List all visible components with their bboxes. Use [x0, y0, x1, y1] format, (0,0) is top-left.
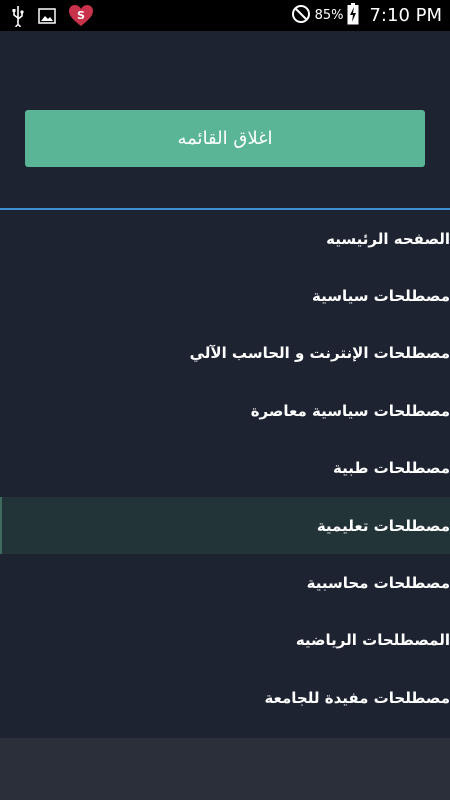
menu-item-label: مصطلحات تعليمية [316, 516, 450, 535]
menu-item-educational-terms[interactable]: مصطلحات تعليمية [0, 496, 450, 555]
notification-icons: S [10, 4, 94, 32]
close-menu-button[interactable]: اغلاق القائمه [25, 110, 425, 167]
menu-item-internet-computer-terms[interactable]: مصطلحات الإنترنت و الحاسب الآلي [0, 325, 450, 382]
system-status: 85% 7:10 PM [291, 0, 442, 31]
menu-item-university-terms[interactable]: مصطلحات مفيدة للجامعة [0, 669, 450, 726]
menu-item-label: مصطلحات طبية [332, 459, 450, 478]
menu-list: الصفحه الرئيسيه مصطلحات سياسية مصطلحات ا… [0, 210, 450, 727]
do-not-disturb-icon [291, 4, 311, 28]
menu-item-label: الصفحه الرئيسيه [326, 229, 450, 248]
menu-item-medical-terms[interactable]: مصطلحات طبية [0, 440, 450, 497]
heart-app-icon: S [68, 4, 94, 32]
menu-item-label: مصطلحات الإنترنت و الحاسب الآلي [189, 344, 450, 363]
battery-charging-icon [347, 2, 359, 29]
menu-item-accounting-terms[interactable]: مصطلحات محاسبية [0, 554, 450, 611]
menu-item-label: مصطلحات سياسية [311, 287, 450, 306]
menu-item-sports-terms[interactable]: المصطلحات الرياضيه [0, 612, 450, 669]
menu-item-home[interactable]: الصفحه الرئيسيه [0, 210, 450, 267]
status-bar: S 85% 7:10 PM [0, 0, 450, 31]
image-icon [38, 8, 56, 28]
menu-item-contemporary-political-terms[interactable]: مصطلحات سياسية معاصرة [0, 382, 450, 439]
menu-item-label: المصطلحات الرياضيه [295, 631, 450, 650]
menu-item-political-terms[interactable]: مصطلحات سياسية [0, 267, 450, 324]
clock: 7:10 PM [369, 5, 442, 26]
usb-icon [10, 5, 26, 31]
svg-text:S: S [77, 9, 85, 22]
menu-item-label: مصطلحات مفيدة للجامعة [264, 688, 450, 707]
menu-item-label: مصطلحات محاسبية [306, 574, 450, 593]
menu-item-label: مصطلحات سياسية معاصرة [250, 401, 450, 420]
navigation-drawer: اغلاق القائمه الصفحه الرئيسيه مصطلحات سي… [0, 31, 450, 738]
battery-percent: 85% [314, 8, 344, 23]
